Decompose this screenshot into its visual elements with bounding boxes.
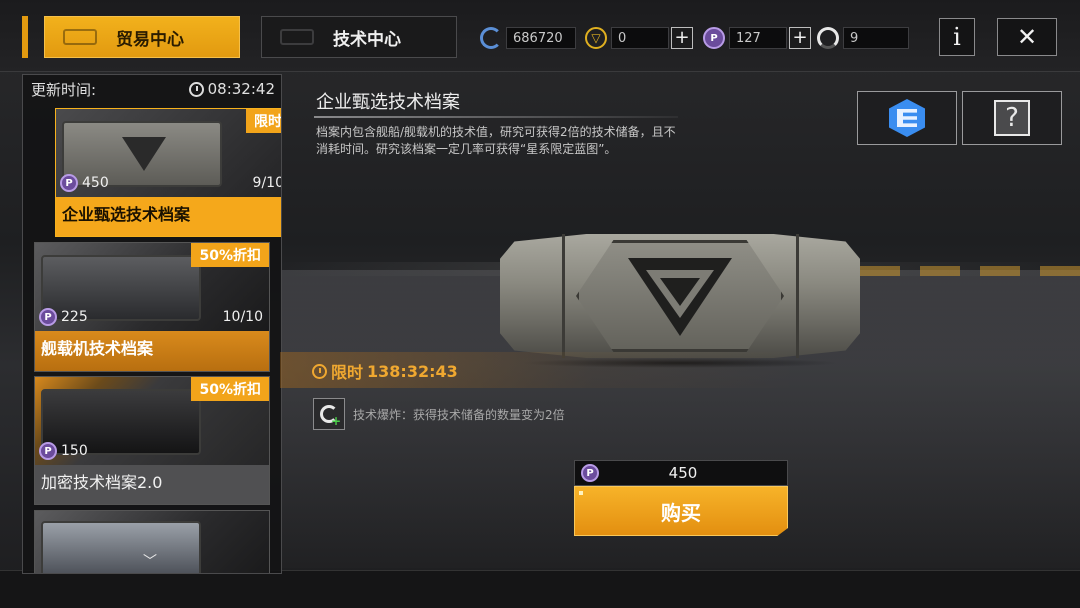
- currency-value: 9: [843, 27, 909, 49]
- currency-value: 686720: [506, 27, 576, 49]
- currency-value: 127: [729, 27, 787, 49]
- g-currency-icon: [480, 27, 502, 49]
- cost-display: P 450: [574, 460, 788, 486]
- triangle-emblem-icon: [122, 137, 166, 171]
- price: P 225: [39, 308, 88, 326]
- tab-label: 技术中心: [333, 29, 401, 50]
- help-button[interactable]: ?: [962, 91, 1062, 145]
- title-underline: [314, 116, 678, 118]
- detail-description: 档案内包含舰船/舰载机的技术值，研究可获得2倍的技术储备，且不消耗时间。研究该档…: [316, 125, 676, 156]
- add-p-coin-button[interactable]: +: [789, 27, 811, 49]
- price-value: 225: [61, 309, 88, 325]
- item-title: 加密技术档案2.0: [35, 465, 269, 504]
- limited-time: 限时 138:32:43: [312, 359, 458, 383]
- p-coin-icon: P: [39, 308, 57, 326]
- triangle-coin-icon: ▽: [585, 27, 607, 49]
- tab-trade-center[interactable]: 贸易中心: [44, 16, 240, 58]
- item-tag: 50%折扣: [191, 377, 269, 401]
- chevron-down-icon[interactable]: ﹀: [143, 551, 157, 571]
- refresh-timer-value: 08:32:42: [207, 80, 275, 98]
- list-item-enterprise-archive[interactable]: 限时 P 450 9/10 企业甄选技术档案: [55, 108, 282, 237]
- price-row: P 150: [39, 440, 263, 462]
- p-coin-icon: P: [60, 174, 78, 192]
- detail-title: 企业甄选技术档案: [316, 92, 460, 113]
- refresh-label: 更新时间:: [31, 80, 97, 99]
- bottom-bar: [0, 570, 1080, 608]
- refresh-header: 更新时间: 08:32:42: [23, 75, 281, 103]
- price-row: P 225 10/10: [39, 306, 263, 328]
- list-item-aircraft-archive[interactable]: 50%折扣 P 225 10/10 舰载机技术档案: [34, 242, 270, 372]
- buy-button[interactable]: 购买: [574, 486, 788, 536]
- buff-text: 技术爆炸：获得技术储备的数量变为2倍: [353, 407, 565, 422]
- clock-icon: [312, 363, 327, 379]
- hazard-stripe: [860, 266, 1080, 276]
- cost-value: 450: [668, 464, 698, 482]
- tab-accent-bar: [22, 16, 28, 58]
- price: P 450: [60, 174, 109, 192]
- crate-seam: [796, 234, 799, 358]
- price-value: 150: [61, 443, 88, 459]
- p-coin-icon: P: [703, 27, 725, 49]
- item-list-panel: 更新时间: 08:32:42 限时 P 450 9/10 企业甄选技术档案 50…: [22, 74, 282, 574]
- top-bar: 贸易中心 技术中心 686720 ▽ 0 + P 127 + 9 i ✕: [0, 0, 1080, 72]
- currency-half: 9: [817, 26, 909, 50]
- limit-timer: 138:32:43: [367, 361, 458, 381]
- currency-triangle: ▽ 0 +: [585, 26, 693, 50]
- archive-crate-image: [500, 234, 860, 368]
- close-button[interactable]: ✕: [997, 18, 1057, 56]
- info-icon: i: [953, 23, 961, 51]
- item-tag: 50%折扣: [191, 243, 269, 267]
- p-coin-icon: P: [39, 442, 57, 460]
- buy-label: 购买: [661, 500, 701, 525]
- crate-seam: [562, 234, 565, 358]
- item-title: 舰载机技术档案: [35, 331, 269, 371]
- item-title: 企业甄选技术档案: [56, 197, 281, 236]
- item-tag: 限时: [246, 109, 281, 133]
- price-row: P 450 9/10: [60, 172, 282, 194]
- list-item-encrypted-archive[interactable]: 50%折扣 P 150 加密技术档案2.0: [34, 376, 270, 505]
- refresh-timer: 08:32:42: [188, 80, 275, 98]
- price: P 150: [39, 442, 88, 460]
- tech-codex-button[interactable]: [857, 91, 957, 145]
- tab-emblem-icon: [280, 29, 314, 45]
- stock-count: 9/10: [252, 175, 282, 191]
- question-icon: ?: [994, 100, 1030, 136]
- half-circle-icon: [817, 27, 839, 49]
- p-coin-icon: P: [581, 464, 599, 482]
- tech-boost-icon[interactable]: +: [313, 398, 345, 430]
- buff-row: + 技术爆炸：获得技术储备的数量变为2倍: [313, 398, 565, 430]
- tab-tech-center[interactable]: 技术中心: [261, 16, 457, 58]
- add-triangle-coin-button[interactable]: +: [671, 27, 693, 49]
- limit-label: 限时: [331, 363, 364, 382]
- crate-thumbnail: [41, 521, 201, 573]
- info-button[interactable]: i: [939, 18, 975, 56]
- tab-label: 贸易中心: [116, 29, 184, 50]
- hex-logo-icon: [889, 99, 925, 137]
- currency-value: 0: [611, 27, 669, 49]
- tab-emblem-icon: [63, 29, 97, 45]
- currency-g: 686720: [480, 26, 576, 50]
- close-icon: ✕: [1016, 23, 1038, 51]
- price-value: 450: [82, 175, 109, 191]
- clock-icon: [188, 81, 204, 97]
- stock-count: 10/10: [222, 309, 263, 325]
- currency-p: P 127 +: [703, 26, 811, 50]
